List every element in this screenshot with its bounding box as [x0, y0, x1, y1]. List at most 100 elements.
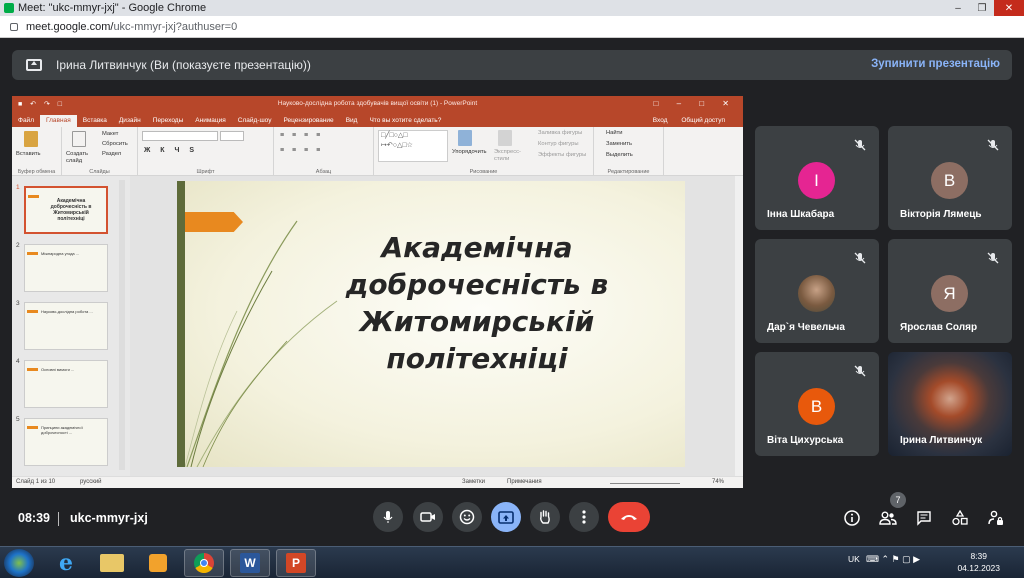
start-button-icon[interactable] [4, 549, 34, 577]
chat-icon [917, 511, 931, 526]
participant-tile[interactable]: Дар`я Чевельча [755, 239, 879, 343]
reactions-button[interactable] [452, 502, 482, 532]
tray-icons[interactable]: ⌨ ⌃ ⚑ ▢ ▶ [866, 554, 920, 565]
select-button[interactable]: Выделить [606, 152, 633, 158]
word-icon[interactable]: W [230, 549, 270, 577]
font-size-field[interactable] [220, 131, 244, 141]
keyboard-language[interactable]: UK [848, 554, 860, 564]
thumbnail-number: 4 [16, 358, 20, 365]
slide-thumbnail-2[interactable]: Міжнародна угода ... [24, 244, 108, 292]
tab-design[interactable]: Дизайн [113, 115, 147, 127]
layout-button[interactable]: Макет [102, 131, 118, 137]
tab-review[interactable]: Рецензирование [277, 115, 339, 127]
arrange-button[interactable]: Упорядочить [452, 149, 487, 155]
url-path: ukc-mmyr-jxj?authuser=0 [113, 20, 238, 33]
camera-button[interactable] [413, 502, 443, 532]
ppt-window-title: Науково-дослідна робота здобувачів вищої… [277, 100, 478, 107]
leave-call-button[interactable] [608, 502, 650, 532]
tab-insert[interactable]: Вставка [77, 115, 113, 127]
slide-thumbnail-4[interactable]: Основні вимоги ... [24, 360, 108, 408]
meet-favicon-icon [4, 3, 14, 13]
thumbnail-text: Науково-дослідна робота ... [41, 309, 93, 314]
powerpoint-icon[interactable]: P [276, 549, 316, 577]
slide-thumbnail-5[interactable]: Принципи академічної доброчесності ... [24, 418, 108, 466]
meeting-clock: 08:39 [18, 511, 50, 525]
tab-slideshow[interactable]: Слайд-шоу [232, 115, 278, 127]
window-title: Meet: "ukc-mmyr-jxj" - Google Chrome [18, 2, 207, 14]
slide-counter: Слайд 1 из 10 [16, 479, 56, 485]
chrome-icon[interactable] [184, 549, 224, 577]
url-text[interactable]: meet.google.com/ukc-mmyr-jxj?authuser=0 [26, 21, 237, 33]
participant-tile[interactable]: В Вікторія Лямець [888, 126, 1012, 230]
participant-tile[interactable]: Я Ярослав Соляр [888, 239, 1012, 343]
internet-explorer-icon[interactable]: e [46, 549, 86, 577]
video-camera-icon [420, 512, 435, 522]
chat-button[interactable] [915, 509, 933, 527]
tab-animation[interactable]: Анимация [189, 115, 232, 127]
paragraph-group: ≡ ≡ ≡ ≡ ≡ ≡ ≡ ≡ Абзац [274, 127, 374, 176]
thumbnail-accent [28, 195, 39, 198]
font-name-field[interactable] [142, 131, 218, 141]
slide-orange-tag [185, 212, 243, 232]
slide-thumbnail-1[interactable]: Академічна доброчесність в Житомирській … [24, 186, 108, 234]
minimize-icon[interactable]: – [946, 0, 970, 16]
shape-effects-button[interactable]: Эффекты фигуры [538, 152, 586, 158]
zoom-level[interactable]: 74% [712, 479, 724, 485]
address-bar[interactable]: meet.google.com/ukc-mmyr-jxj?authuser=0 [0, 16, 1024, 38]
participant-tile[interactable]: В Віта Цихурська [755, 352, 879, 456]
media-player-icon[interactable] [138, 549, 178, 577]
close-icon[interactable]: ✕ [994, 0, 1024, 16]
present-now-button[interactable] [491, 502, 521, 532]
mic-off-icon [854, 252, 866, 264]
replace-button[interactable]: Заменить [606, 141, 632, 147]
group-label: Буфер обмена [17, 169, 56, 175]
zoom-slider[interactable] [610, 483, 680, 484]
new-slide-button[interactable]: Создать слайд [66, 151, 100, 165]
shapes-gallery[interactable]: □╱□○△□ ↦↶○△□☆ [378, 130, 448, 162]
restore-icon[interactable]: ❐ [970, 0, 994, 16]
host-controls-button[interactable] [987, 509, 1005, 527]
mic-off-icon [854, 365, 866, 377]
paste-button[interactable]: Вставить [16, 151, 41, 157]
media-glyph [149, 554, 167, 572]
notes-button[interactable]: Заметки [462, 479, 485, 485]
paste-icon [24, 131, 38, 147]
shape-fill-button[interactable]: Заливка фигуры [538, 130, 582, 136]
font-format-buttons[interactable]: Ж К Ч S [144, 147, 198, 154]
quick-styles-button[interactable]: Экспресс-стили [494, 149, 528, 163]
sign-in-link[interactable]: Вход [647, 117, 674, 124]
tab-home[interactable]: Главная [39, 115, 77, 127]
stop-presenting-button[interactable]: Зупинити презентацію [871, 58, 1000, 70]
tell-me-search[interactable]: Что вы хотите сделать? [363, 115, 447, 127]
system-clock[interactable]: 8:39 04.12.2023 [957, 550, 1000, 574]
align-buttons[interactable]: ≡ ≡ ≡ ≡ [280, 147, 323, 154]
microphone-button[interactable] [373, 502, 403, 532]
meeting-details-button[interactable] [843, 509, 861, 527]
participant-name: Віта Цихурська [767, 435, 844, 446]
participant-tile[interactable]: І Інна Шкабара [755, 126, 879, 230]
activities-button[interactable] [951, 509, 969, 527]
reset-button[interactable]: Сбросить [102, 141, 128, 147]
list-buttons[interactable]: ≡ ≡ ≡ ≡ [280, 132, 323, 139]
people-button[interactable] [879, 509, 897, 527]
more-options-button[interactable] [569, 502, 599, 532]
banner-text: Ірина Литвинчук (Ви (показуєте презентац… [56, 58, 311, 72]
shape-outline-button[interactable]: Контур фигуры [538, 141, 579, 147]
lock-icon[interactable] [10, 22, 18, 31]
self-video-tile[interactable]: Ірина Литвинчук [888, 352, 1012, 456]
slide-thumbnail-3[interactable]: Науково-дослідна робота ... [24, 302, 108, 350]
editor-scrollbar[interactable] [735, 176, 743, 476]
section-button[interactable]: Раздел [102, 151, 121, 157]
drawing-group: □╱□○△□ ↦↶○△□☆ Упорядочить Экспресс-стили … [374, 127, 594, 176]
share-button[interactable]: Общий доступ [675, 117, 731, 124]
tab-transitions[interactable]: Переходы [147, 115, 190, 127]
group-label: Слайды [89, 169, 110, 175]
raise-hand-button[interactable] [530, 502, 560, 532]
comments-button[interactable]: Примечания [507, 479, 542, 485]
find-button[interactable]: Найти [606, 130, 623, 136]
tab-file[interactable]: Файл [12, 115, 40, 127]
tab-view[interactable]: Вид [340, 115, 364, 127]
file-explorer-icon[interactable] [92, 549, 132, 577]
current-slide[interactable]: Академічна доброчесність в Житомирській … [177, 181, 685, 467]
thumbnails-scrollbar[interactable] [119, 180, 125, 470]
